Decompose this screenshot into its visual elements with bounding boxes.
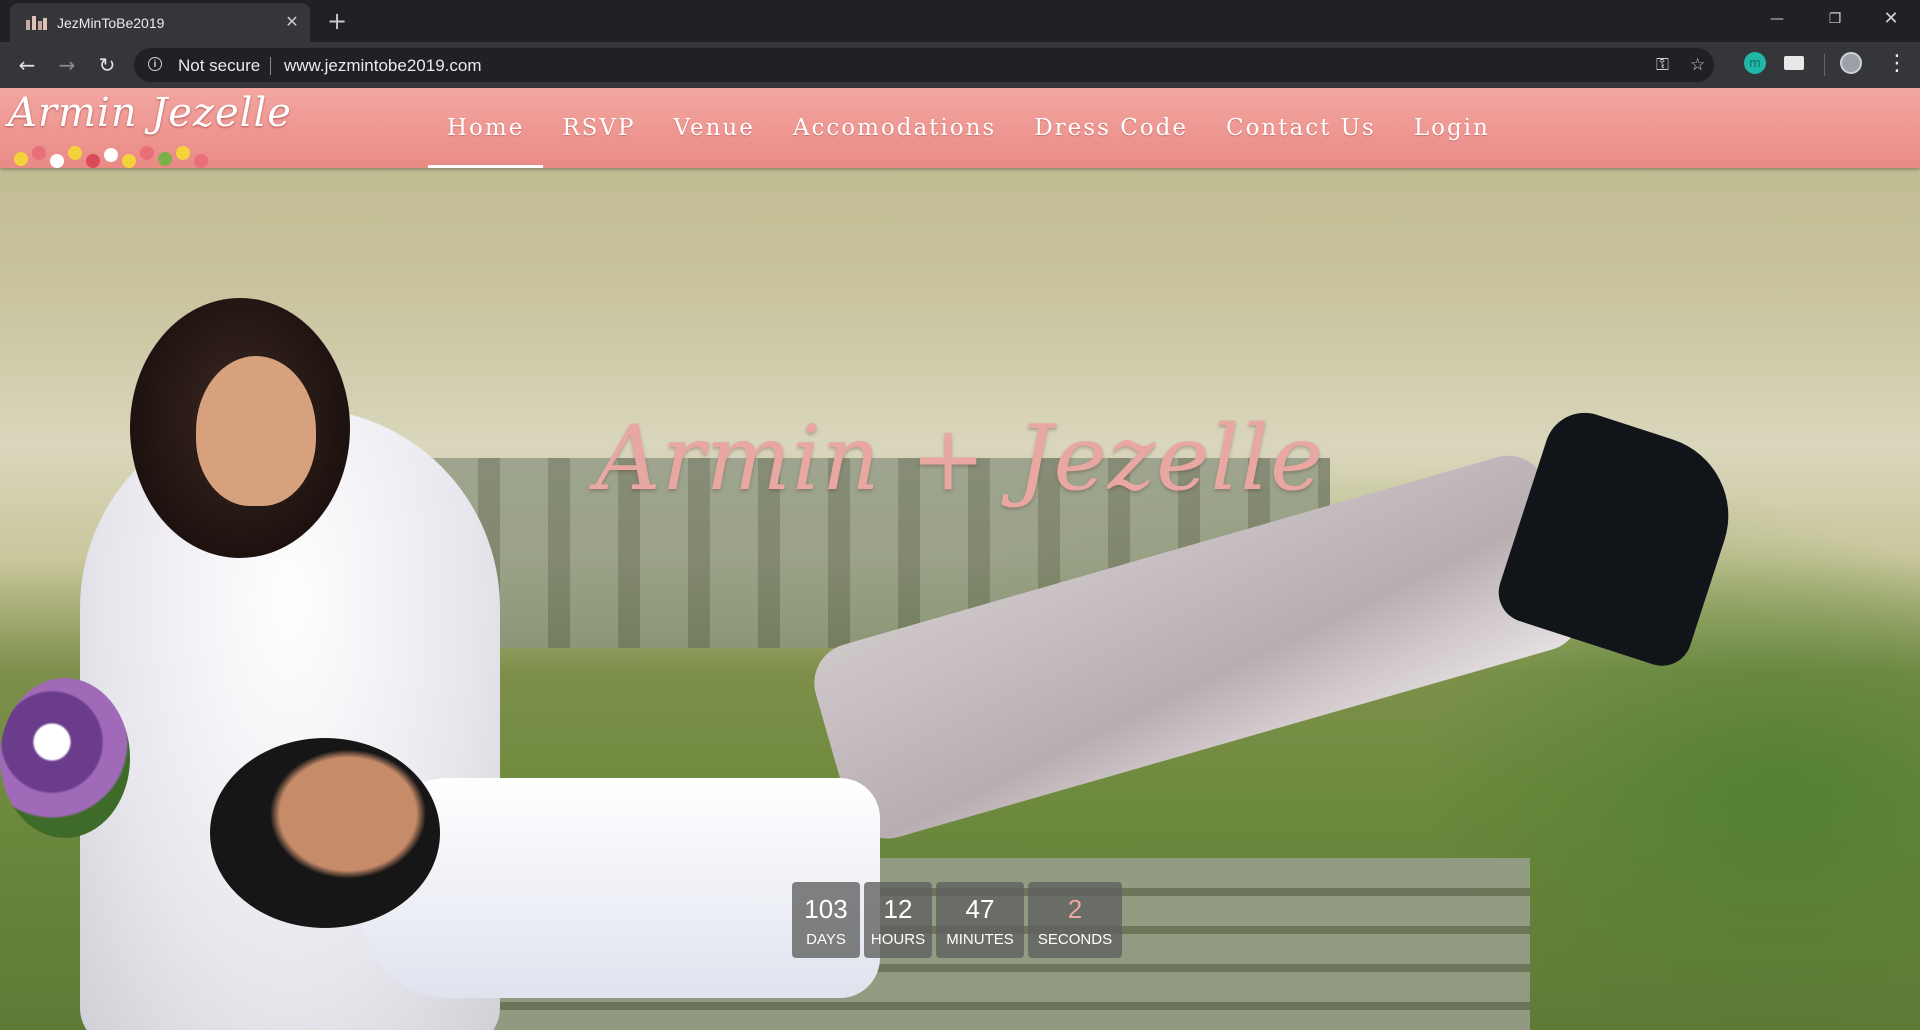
minutes-label: MINUTES [946, 930, 1014, 948]
seconds-label: SECONDS [1037, 930, 1113, 948]
profile-avatar[interactable] [1840, 52, 1862, 74]
forward-arrow-icon[interactable]: → [52, 50, 82, 80]
nav-accomodations[interactable]: Accomodations [774, 88, 1015, 168]
site-header: Armin Jezelle Home RSVP Venue Accomodati… [0, 88, 1920, 168]
menu-icon[interactable]: ⋮ [1886, 51, 1908, 77]
tab-title: JezMinToBe2019 [57, 14, 165, 31]
minutes-value: 47 [965, 893, 995, 924]
nav-dress-code[interactable]: Dress Code [1015, 88, 1207, 168]
window-close-icon[interactable]: ✕ [1862, 0, 1920, 38]
star-icon[interactable]: ☆ [1690, 56, 1705, 74]
nav-rsvp[interactable]: RSVP [543, 88, 654, 168]
security-status[interactable]: Not secure [178, 56, 260, 76]
countdown-seconds: 2 SECONDS [1028, 882, 1122, 958]
main-nav: Home RSVP Venue Accomodations Dress Code… [428, 88, 1509, 168]
hours-value: 12 [883, 893, 913, 924]
countdown-hours: 12 HOURS [864, 882, 932, 958]
restore-icon[interactable]: ❐ [1806, 0, 1864, 38]
hours-label: HOURS [870, 930, 926, 948]
new-tab-plus-icon[interactable]: + [322, 6, 352, 36]
minimize-icon[interactable]: — [1748, 0, 1806, 38]
address-bar[interactable]: i Not secure www.jezmintobe2019.com ⚿ ☆ [134, 48, 1714, 82]
groom-head [210, 738, 440, 928]
info-icon[interactable]: i [148, 57, 162, 71]
bouquet [0, 678, 130, 838]
countdown-minutes: 47 MINUTES [936, 882, 1024, 958]
countdown-days: 103 DAYS [792, 882, 860, 958]
divider [270, 57, 271, 75]
nav-home[interactable]: Home [428, 88, 544, 168]
tab-close-icon[interactable]: ✕ [282, 12, 302, 32]
extension-m-icon[interactable]: m [1744, 52, 1766, 74]
url-text[interactable]: www.jezmintobe2019.com [284, 56, 481, 76]
logo-text: Armin Jezelle [8, 90, 292, 136]
site-logo[interactable]: Armin Jezelle [8, 90, 291, 186]
nav-contact-us[interactable]: Contact Us [1207, 88, 1395, 168]
extension-card-icon[interactable] [1784, 56, 1804, 70]
browser-tab-strip: JezMinToBe2019 ✕ + — ❐ ✕ [0, 0, 1920, 42]
days-value: 103 [804, 893, 848, 924]
nav-venue[interactable]: Venue [655, 88, 774, 168]
countdown-timer: 103 DAYS 12 HOURS 47 MINUTES 2 SECONDS [792, 882, 1122, 958]
browser-toolbar: ← → ↻ i Not secure www.jezmintobe2019.co… [0, 42, 1920, 88]
browser-tab[interactable]: JezMinToBe2019 ✕ [10, 3, 310, 42]
days-label: DAYS [806, 930, 846, 948]
hero-title: Armin + Jezelle [595, 406, 1325, 511]
divider [1824, 54, 1825, 76]
reload-icon[interactable]: ↻ [92, 50, 122, 80]
site-favicon-icon [25, 15, 47, 30]
nav-login[interactable]: Login [1395, 88, 1509, 168]
web-page: Armin Jezelle Home RSVP Venue Accomodati… [0, 88, 1920, 1030]
seconds-value: 2 [1067, 893, 1083, 924]
flower-garland-icon [8, 142, 218, 176]
back-arrow-icon[interactable]: ← [12, 50, 42, 80]
key-icon[interactable]: ⚿ [1656, 56, 1669, 74]
